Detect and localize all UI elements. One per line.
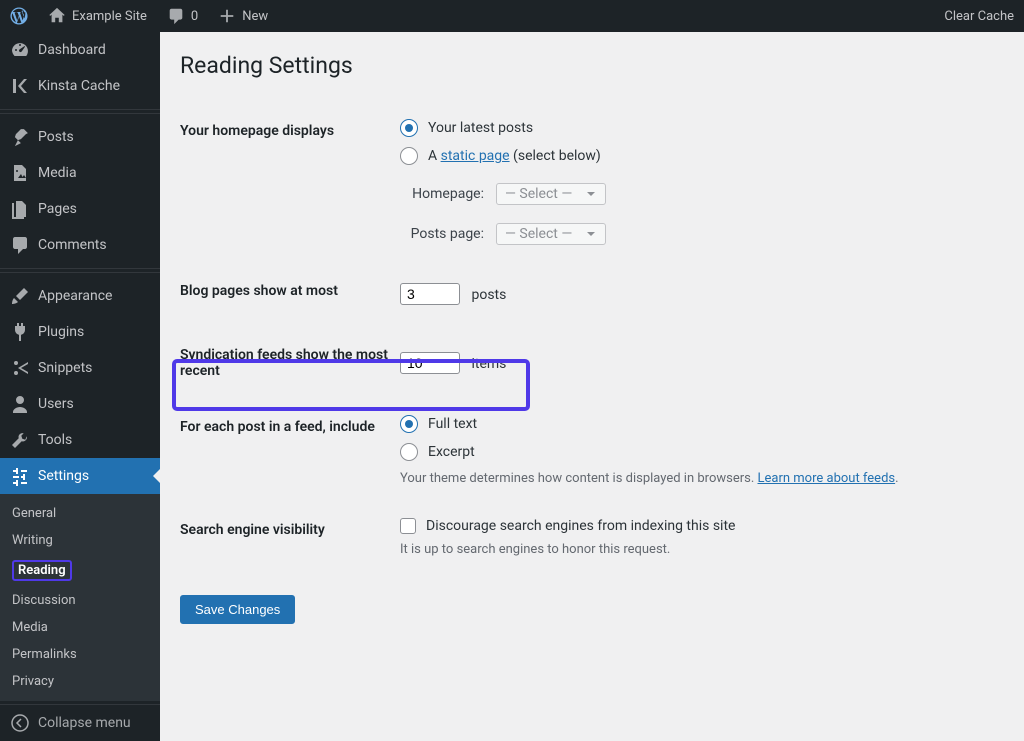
sidebar-item-pages[interactable]: Pages: [0, 191, 160, 227]
kinsta-icon: [10, 76, 30, 96]
wp-logo[interactable]: [0, 0, 38, 32]
chevron-down-icon: [585, 188, 597, 200]
radio-latest-posts[interactable]: [400, 119, 418, 137]
submenu-privacy[interactable]: Privacy: [0, 668, 160, 695]
new-content[interactable]: New: [208, 0, 278, 32]
submenu-discussion[interactable]: Discussion: [0, 587, 160, 614]
latest-posts-label: Your latest posts: [428, 120, 533, 136]
sev-description: It is up to search engines to honor this…: [400, 542, 994, 557]
syndication-input[interactable]: [400, 352, 460, 374]
menu-separator: [0, 109, 160, 114]
settings-submenu: General Writing Reading Discussion Media…: [0, 494, 160, 701]
sliders-icon: [10, 466, 30, 486]
wrench-icon: [10, 430, 30, 450]
sidebar-label: Dashboard: [38, 42, 106, 58]
sidebar-item-settings[interactable]: Settings: [0, 458, 160, 494]
excerpt-label: Excerpt: [428, 444, 475, 460]
plus-icon: [218, 7, 236, 25]
new-label: New: [242, 9, 268, 24]
full-text-label: Full text: [428, 416, 477, 432]
posts-suffix: posts: [471, 287, 506, 303]
comment-icon: [167, 7, 185, 25]
scissors-icon: [10, 358, 30, 378]
static-page-link[interactable]: static page: [441, 148, 510, 164]
sidebar-label: Plugins: [38, 324, 84, 340]
save-changes-button[interactable]: Save Changes: [180, 595, 295, 624]
sidebar-label: Tools: [38, 432, 72, 448]
sidebar-label: Users: [38, 396, 74, 412]
sidebar-label: Comments: [38, 237, 107, 253]
sidebar-item-dashboard[interactable]: Dashboard: [0, 32, 160, 68]
admin-bar: Example Site 0 New Clear Cache: [0, 0, 1024, 32]
collapse-icon: [10, 713, 30, 733]
syndication-label: Syndication feeds show the most recent: [180, 327, 400, 399]
chevron-down-icon: [585, 228, 597, 240]
radio-static-page[interactable]: [400, 147, 418, 165]
home-icon: [48, 7, 66, 25]
admin-bar-left: Example Site 0 New: [0, 0, 278, 32]
brush-icon: [10, 286, 30, 306]
sidebar-item-snippets[interactable]: Snippets: [0, 350, 160, 386]
sidebar-item-media[interactable]: Media: [0, 155, 160, 191]
homepage-displays-label: Your homepage displays: [180, 103, 400, 261]
radio-full-text[interactable]: [400, 415, 418, 433]
comments-count: 0: [191, 9, 198, 24]
posts-page-select[interactable]: — Select —: [496, 223, 606, 245]
homepage-select-label: Homepage:: [400, 186, 484, 202]
dashboard-icon: [10, 40, 30, 60]
menu-separator: [0, 268, 160, 273]
blog-pages-input[interactable]: [400, 283, 460, 305]
comments-icon: [10, 235, 30, 255]
submenu-media[interactable]: Media: [0, 614, 160, 641]
content-area: Reading Settings Your homepage displays …: [160, 32, 1024, 741]
pin-icon: [10, 127, 30, 147]
sidebar-label: Settings: [38, 468, 89, 484]
feed-description: Your theme determines how content is dis…: [400, 471, 994, 486]
site-name[interactable]: Example Site: [38, 0, 157, 32]
clear-cache-label: Clear Cache: [944, 9, 1014, 24]
homepage-select[interactable]: — Select —: [496, 183, 606, 205]
sidebar-item-appearance[interactable]: Appearance: [0, 278, 160, 314]
posts-page-select-label: Posts page:: [400, 226, 484, 242]
sidebar-label: Snippets: [38, 360, 92, 376]
items-suffix: items: [471, 356, 506, 372]
sev-checkbox[interactable]: [400, 518, 416, 534]
media-icon: [10, 163, 30, 183]
sidebar-label: Kinsta Cache: [38, 78, 120, 94]
wordpress-icon: [10, 7, 28, 25]
sidebar-item-posts[interactable]: Posts: [0, 119, 160, 155]
sidebar-item-users[interactable]: Users: [0, 386, 160, 422]
sidebar-label: Posts: [38, 129, 74, 145]
submenu-writing[interactable]: Writing: [0, 527, 160, 554]
submenu-general[interactable]: General: [0, 500, 160, 527]
collapse-label: Collapse menu: [38, 715, 131, 731]
sev-checkbox-label: Discourage search engines from indexing …: [426, 518, 735, 534]
user-icon: [10, 394, 30, 414]
blog-pages-label: Blog pages show at most: [180, 261, 400, 327]
submenu-reading[interactable]: Reading: [0, 554, 160, 587]
sidebar-label: Media: [38, 165, 77, 181]
collapse-menu[interactable]: Collapse menu: [0, 704, 160, 741]
static-page-label: A static page (select below): [428, 148, 601, 164]
plug-icon: [10, 322, 30, 342]
sidebar-item-plugins[interactable]: Plugins: [0, 314, 160, 350]
page-title: Reading Settings: [180, 52, 1004, 79]
feed-include-label: For each post in a feed, include: [180, 399, 400, 502]
submenu-permalinks[interactable]: Permalinks: [0, 641, 160, 668]
sidebar-item-tools[interactable]: Tools: [0, 422, 160, 458]
learn-more-feeds-link[interactable]: Learn more about feeds: [758, 471, 896, 486]
sidebar-item-comments[interactable]: Comments: [0, 227, 160, 263]
sev-label: Search engine visibility: [180, 502, 400, 573]
settings-form-table: Your homepage displays Your latest posts…: [180, 103, 1004, 573]
sidebar-label: Pages: [38, 201, 77, 217]
sidebar-item-kinsta[interactable]: Kinsta Cache: [0, 68, 160, 104]
pages-icon: [10, 199, 30, 219]
clear-cache[interactable]: Clear Cache: [934, 0, 1024, 32]
admin-sidebar: Dashboard Kinsta Cache Posts Media Pages…: [0, 32, 160, 741]
site-name-label: Example Site: [72, 9, 147, 24]
radio-excerpt[interactable]: [400, 443, 418, 461]
comments-link[interactable]: 0: [157, 0, 208, 32]
sidebar-label: Appearance: [38, 288, 112, 304]
